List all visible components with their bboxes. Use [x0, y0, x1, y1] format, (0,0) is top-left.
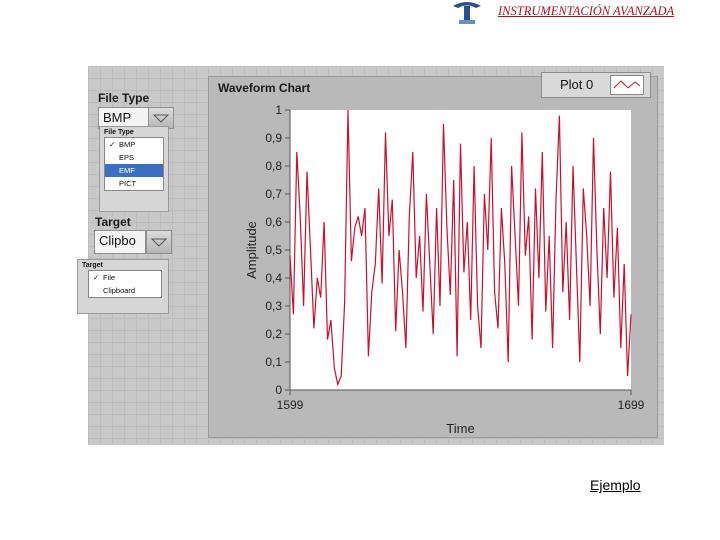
target-option-file[interactable]: ✓ File: [89, 271, 161, 284]
target-value: Clipbo: [99, 233, 136, 248]
triangle-down-icon: [152, 114, 170, 123]
file-type-option-emf[interactable]: EMF: [105, 164, 163, 177]
target-menu-title: Target: [82, 262, 103, 269]
y-tick-label: 0,9: [265, 131, 282, 145]
file-type-options: ✓ BMP EPS EMF PICT: [104, 137, 164, 191]
y-tick-label: 0,6: [265, 215, 282, 229]
plot-legend[interactable]: Plot 0: [541, 72, 651, 98]
file-type-option-bmp[interactable]: ✓ BMP: [105, 138, 163, 151]
x-tick-label: 1599: [277, 398, 304, 412]
target-ring[interactable]: Clipbo: [94, 230, 146, 254]
y-tick-label: 1: [275, 103, 282, 117]
target-label: Target: [95, 215, 131, 229]
target-options: ✓ File Clipboard: [88, 270, 162, 298]
footer-caption: Ejemplo: [590, 477, 641, 493]
y-tick-label: 0,5: [265, 243, 282, 257]
triangle-down-icon: [150, 238, 168, 247]
institution-logo-icon: [453, 2, 481, 24]
x-tick-label: 1699: [618, 398, 645, 412]
file-type-option-eps[interactable]: EPS: [105, 151, 163, 164]
waveform-chart: 0 0,1 0,2 0,3 0,4 0,5 0,6 0,7 0,8 0,9 1 1599 1699 Tim…: [244, 103, 645, 436]
target-dropdown-button[interactable]: [146, 230, 172, 254]
file-type-label: File Type: [98, 91, 150, 105]
file-type-value: BMP: [103, 110, 132, 125]
y-tick-label: 0,1: [265, 355, 282, 369]
x-axis-label: Time: [446, 421, 474, 436]
chart-title: Waveform Chart: [218, 81, 311, 95]
y-tick-label: 0: [275, 383, 282, 397]
y-tick-label: 0,8: [265, 159, 282, 173]
legend-label: Plot 0: [560, 77, 594, 92]
y-tick-label: 0,4: [265, 271, 282, 285]
legend-line-icon: [610, 75, 644, 95]
y-tick-label: 0,2: [265, 327, 282, 341]
check-icon: ✓: [109, 140, 116, 149]
y-tick-label: 0,3: [265, 299, 282, 313]
header-title: INSTRUMENTACIÓN AVANZADA: [498, 4, 675, 18]
file-type-menu: File Type ✓ BMP EPS EMF PICT: [99, 126, 169, 212]
y-tick-label: 0,7: [265, 187, 282, 201]
file-type-option-pict[interactable]: PICT: [105, 177, 163, 190]
y-axis-label: Amplitude: [244, 221, 259, 279]
target-menu: Target ✓ File Clipboard: [77, 259, 169, 314]
target-option-clipboard[interactable]: Clipboard: [89, 284, 161, 297]
check-icon: ✓: [93, 273, 100, 282]
file-type-menu-title: File Type: [104, 129, 134, 136]
